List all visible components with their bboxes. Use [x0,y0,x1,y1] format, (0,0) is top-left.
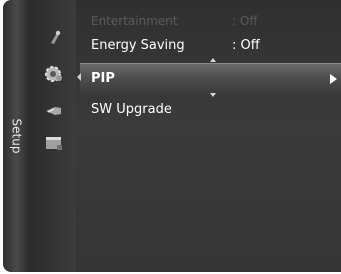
application-window-icon[interactable] [43,134,65,152]
setup-side-label-wrap: Setup [3,0,30,272]
menu-item-entertainment: Entertainment : Off [80,10,341,32]
tv-menu-screen: Setup Entertainment: Off Energy Saving … [0,0,341,274]
input-plug-icon[interactable] [43,102,65,120]
menu-item-pip[interactable]: PIP [80,63,341,94]
menu-icon-column [30,0,76,272]
setup-label: Setup [9,118,24,154]
scroll-down-indicator [210,93,216,97]
scroll-up-indicator [210,58,216,62]
menu-item-sw-upgrade[interactable]: SW Upgrade [80,99,341,121]
menu-item-label: Energy Saving [91,38,185,53]
menu-item-label: SW Upgrade [91,102,172,117]
menu-item-value: : Off [232,38,260,53]
satellite-dish-icon[interactable] [44,28,66,46]
submenu-arrow-icon [330,74,337,84]
menu-item-label: Entertainment [91,14,178,28]
menu-item-value: : Off [232,14,258,28]
menu-item-label: PIP [91,71,115,86]
gear-icon[interactable] [42,65,64,83]
menu-item-energy-saving[interactable]: Energy Saving : Off [80,35,341,57]
selection-pointer-icon [77,73,81,81]
